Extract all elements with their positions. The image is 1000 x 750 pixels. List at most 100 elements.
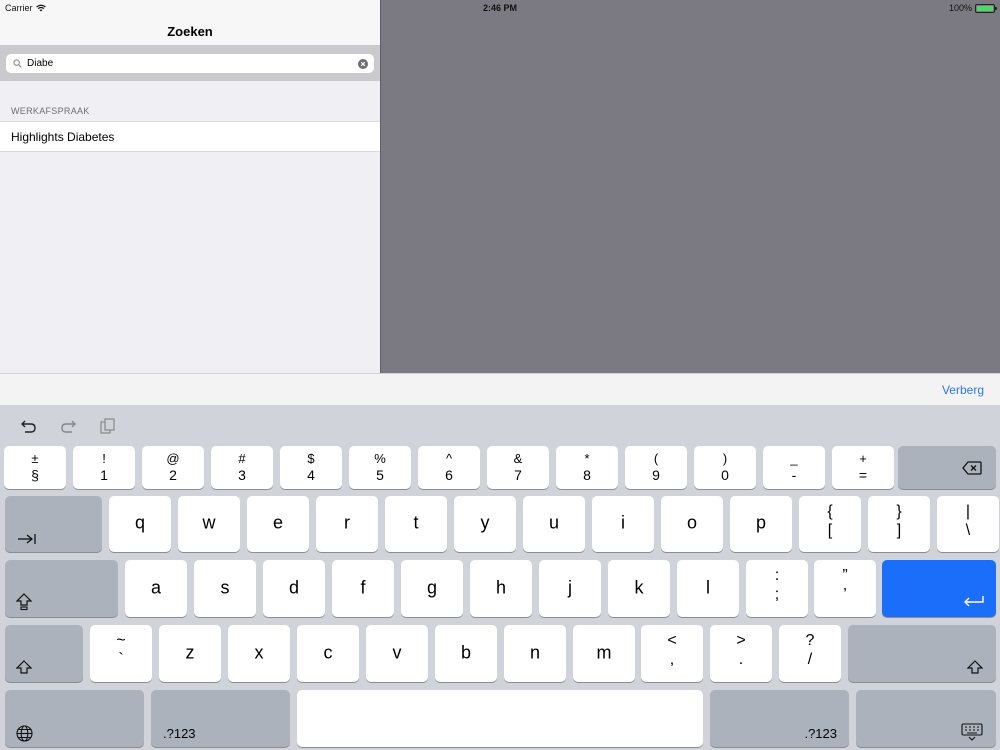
key-y[interactable]: y bbox=[454, 496, 516, 552]
key-label: n bbox=[529, 641, 540, 662]
key-v[interactable]: v bbox=[366, 625, 428, 682]
key-t[interactable]: t bbox=[385, 496, 447, 552]
key-w[interactable]: w bbox=[178, 496, 240, 552]
key-a[interactable]: a bbox=[125, 560, 187, 617]
keyboard-dismiss-icon bbox=[961, 723, 983, 741]
key-l[interactable]: l bbox=[677, 560, 739, 617]
pane-divider bbox=[380, 0, 381, 373]
key-i[interactable]: i bbox=[592, 496, 654, 552]
key-num-5[interactable]: % 5 bbox=[349, 446, 411, 489]
key-num-11[interactable]: _ - bbox=[763, 446, 825, 489]
key-num-12[interactable]: + = bbox=[832, 446, 894, 489]
key-bracket-0[interactable]: {[ bbox=[799, 496, 861, 552]
return-key[interactable] bbox=[882, 560, 996, 617]
key-label: - bbox=[791, 467, 797, 483]
numbers-key-right[interactable]: .?123 bbox=[710, 690, 849, 747]
key-num-2[interactable]: @2 bbox=[142, 446, 204, 489]
globe-icon bbox=[16, 725, 33, 742]
key-label: 3 bbox=[238, 467, 246, 483]
key-shift-label: ± bbox=[31, 451, 39, 466]
key-label: ] bbox=[896, 522, 902, 539]
key-u[interactable]: u bbox=[523, 496, 585, 552]
key-label: a bbox=[150, 576, 161, 597]
caps-lock-key[interactable] bbox=[5, 560, 118, 617]
key-q[interactable]: q bbox=[109, 496, 171, 552]
hide-keyboard-button[interactable]: Verberg bbox=[942, 383, 984, 397]
key-o[interactable]: o bbox=[661, 496, 723, 552]
key-label: e bbox=[272, 512, 283, 533]
key-num-6[interactable]: ^ 6 bbox=[418, 446, 480, 489]
paste-icon[interactable] bbox=[99, 418, 117, 434]
key-num-4[interactable]: $4 bbox=[280, 446, 342, 489]
key-num-7[interactable]: & 7 bbox=[487, 446, 549, 489]
key-shift-label: @ bbox=[166, 451, 180, 466]
key-shift-label: _ bbox=[790, 451, 798, 466]
search-field[interactable] bbox=[6, 54, 374, 73]
key-num-0[interactable]: ± § bbox=[4, 446, 66, 489]
key-s[interactable]: s bbox=[194, 560, 256, 617]
key-shift-label: ” bbox=[842, 567, 848, 584]
key-h[interactable]: h bbox=[470, 560, 532, 617]
key-shift-label: < bbox=[667, 632, 677, 649]
page-title: Zoeken bbox=[167, 24, 213, 39]
key-z[interactable]: z bbox=[159, 625, 221, 682]
key-d[interactable]: d bbox=[263, 560, 325, 617]
key-label: 1 bbox=[100, 467, 108, 483]
key-e[interactable]: e bbox=[247, 496, 309, 552]
key-num-8[interactable]: * 8 bbox=[556, 446, 618, 489]
key-shift-label: ! bbox=[102, 451, 106, 466]
tab-key[interactable] bbox=[5, 496, 102, 552]
shift-icon bbox=[16, 660, 32, 674]
key-num-9[interactable]: (9 bbox=[625, 446, 687, 489]
key-label: h bbox=[495, 576, 506, 597]
key-f[interactable]: f bbox=[332, 560, 394, 617]
key-num-10[interactable]: ) 0 bbox=[694, 446, 756, 489]
delete-key[interactable] bbox=[898, 446, 996, 489]
key-shift-label: } bbox=[896, 503, 902, 520]
search-icon bbox=[13, 59, 22, 68]
key-label: 7 bbox=[514, 467, 522, 483]
master-pane: Zoeken WERKAFSPRAAK Highlights Diabetes bbox=[0, 0, 380, 373]
key-k[interactable]: k bbox=[608, 560, 670, 617]
key-label: s bbox=[220, 576, 230, 597]
backspace-icon bbox=[962, 461, 982, 475]
key-shift-label: ^ bbox=[445, 451, 453, 466]
key-shift-label: ) bbox=[722, 451, 728, 466]
key-bracket-1[interactable]: }] bbox=[868, 496, 930, 552]
key-b[interactable]: b bbox=[435, 625, 497, 682]
key-label: f bbox=[360, 576, 366, 597]
key-x[interactable]: x bbox=[228, 625, 290, 682]
search-input[interactable] bbox=[27, 58, 347, 69]
dismiss-keyboard-key[interactable] bbox=[856, 690, 996, 747]
redo-icon[interactable] bbox=[59, 418, 77, 434]
shift-key-right[interactable] bbox=[848, 625, 996, 682]
key-m[interactable]: m bbox=[573, 625, 635, 682]
key-j[interactable]: j bbox=[539, 560, 601, 617]
key-punct-1[interactable]: ”’ bbox=[814, 560, 876, 617]
key-label: j bbox=[568, 576, 572, 597]
key-symbol-1[interactable]: >. bbox=[710, 625, 772, 682]
result-row[interactable]: Highlights Diabetes bbox=[0, 121, 380, 152]
globe-key[interactable] bbox=[5, 690, 144, 747]
key-label: g bbox=[426, 576, 437, 597]
key-label: t bbox=[413, 512, 419, 533]
key-c[interactable]: c bbox=[297, 625, 359, 682]
key-symbol-0[interactable]: <, bbox=[641, 625, 703, 682]
clear-icon[interactable] bbox=[358, 59, 368, 69]
key-num-1[interactable]: ! 1 bbox=[73, 446, 135, 489]
key-r[interactable]: r bbox=[316, 496, 378, 552]
key-n[interactable]: n bbox=[504, 625, 566, 682]
key-label: ` bbox=[118, 651, 124, 668]
key-num-3[interactable]: #3 bbox=[211, 446, 273, 489]
shift-key-left[interactable] bbox=[5, 625, 83, 682]
key-label: v bbox=[392, 641, 402, 662]
space-bar[interactable] bbox=[297, 690, 703, 747]
key-punct-0[interactable]: :; bbox=[746, 560, 808, 617]
key-p[interactable]: p bbox=[730, 496, 792, 552]
key-tilde[interactable]: ~ ` bbox=[90, 625, 152, 682]
key-g[interactable]: g bbox=[401, 560, 463, 617]
undo-icon[interactable] bbox=[20, 418, 38, 434]
key-symbol-2[interactable]: ? / bbox=[779, 625, 841, 682]
key-bracket-2[interactable]: | \ bbox=[937, 496, 999, 552]
numbers-key-left[interactable]: .?123 bbox=[151, 690, 290, 747]
